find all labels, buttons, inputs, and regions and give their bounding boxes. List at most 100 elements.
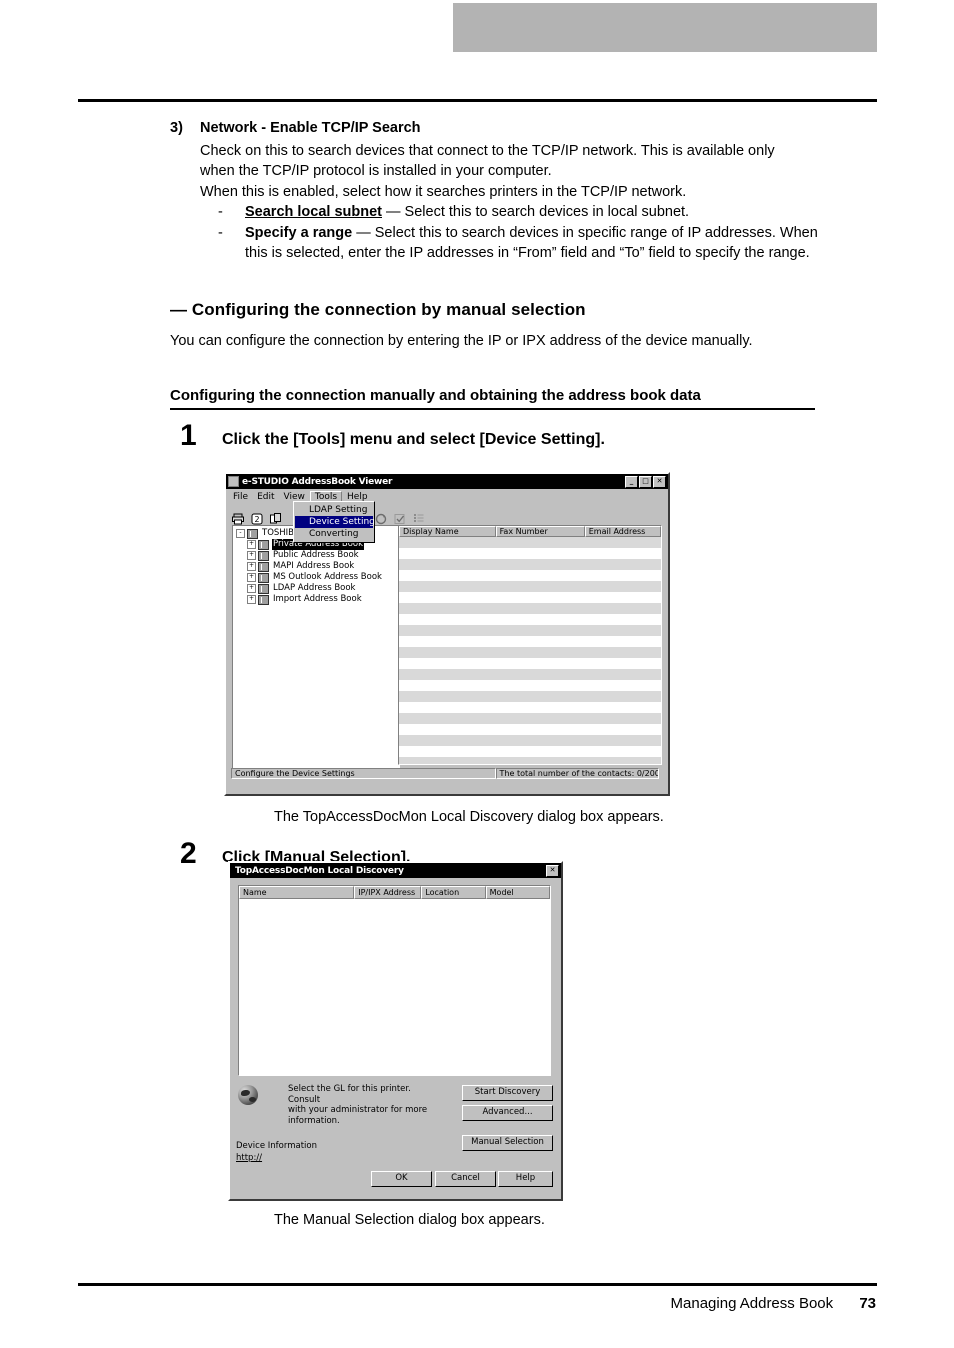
column-fax-number[interactable]: Fax Number xyxy=(495,526,585,537)
table-row[interactable] xyxy=(399,702,661,713)
manual-selection-button[interactable]: Manual Selection xyxy=(462,1135,553,1151)
item-line-2: when the TCP/IP protocol is installed in… xyxy=(200,163,552,179)
bullet-text: — Select this to search devices in speci… xyxy=(352,224,818,241)
tree-node-public-address-book[interactable]: + Public Address Book xyxy=(234,550,398,561)
column-email-address[interactable]: Email Address xyxy=(584,526,661,537)
address-book-tree[interactable]: - TOSHIBA Address Book + Private Address… xyxy=(232,525,400,769)
close-button[interactable]: ✕ xyxy=(653,475,666,488)
tree-node-ms-outlook-address-book[interactable]: + MS Outlook Address Book xyxy=(234,572,398,583)
expander-icon[interactable]: + xyxy=(247,540,256,549)
maximize-button[interactable]: □ xyxy=(639,475,652,488)
step-number: 1 xyxy=(180,418,197,452)
tree-node-mapi-address-book[interactable]: + MAPI Address Book xyxy=(234,561,398,572)
device-list-body[interactable] xyxy=(239,899,550,1073)
table-row[interactable] xyxy=(399,724,661,735)
header-rule xyxy=(78,99,877,102)
expander-icon[interactable]: + xyxy=(247,573,256,582)
footer-title: Managing Address Book xyxy=(670,1295,834,1312)
page-content: 3) Network - Enable TCP/IP Search Check … xyxy=(170,118,880,454)
print-icon[interactable] xyxy=(232,510,244,525)
contact-list-pane[interactable]: Display Name Fax Number Email Address xyxy=(398,525,662,765)
table-row[interactable] xyxy=(399,592,661,603)
step-2-caption: The Manual Selection dialog box appears. xyxy=(274,1212,545,1228)
bullet-text-cont: this is selected, enter the IP addresses… xyxy=(245,245,810,261)
menu-edit[interactable]: Edit xyxy=(253,492,278,502)
table-row[interactable] xyxy=(399,757,661,764)
table-row[interactable] xyxy=(399,636,661,647)
section-intro: You can configure the connection by ente… xyxy=(170,332,753,349)
tree-node-ldap-address-book[interactable]: + LDAP Address Book xyxy=(234,583,398,594)
table-row[interactable] xyxy=(399,713,661,724)
table-row[interactable] xyxy=(399,548,661,559)
menu-help[interactable]: Help xyxy=(343,492,372,502)
contact-list-rows xyxy=(399,537,661,764)
table-row[interactable] xyxy=(399,647,661,658)
column-location[interactable]: Location xyxy=(421,886,486,899)
device-list[interactable]: Name IP/IPX Address Location Model xyxy=(238,885,551,1076)
table-row[interactable] xyxy=(399,559,661,570)
expander-icon[interactable]: + xyxy=(247,551,256,560)
tools-dropdown-menu[interactable]: LDAP Setting Device Setting Converting xyxy=(293,501,375,543)
info-text: Select the GL for this printer. Consult … xyxy=(288,1084,438,1126)
column-model[interactable]: Model xyxy=(485,886,550,899)
menu-item-device-setting[interactable]: Device Setting xyxy=(295,516,375,528)
bullet-term: Search local subnet xyxy=(245,204,382,220)
bullet-term: Specify a range xyxy=(245,224,353,241)
help-button[interactable]: Help xyxy=(498,1171,553,1187)
table-row[interactable] xyxy=(399,735,661,746)
step-1-caption: The TopAccessDocMon Local Discovery dial… xyxy=(274,809,664,825)
table-row[interactable] xyxy=(399,603,661,614)
tree-node-label: Import Address Book xyxy=(273,594,362,604)
menu-view[interactable]: View xyxy=(280,492,309,502)
subsection-heading: Configuring the connection manually and … xyxy=(170,387,815,410)
menu-item-ldap-setting[interactable]: LDAP Setting xyxy=(295,504,373,516)
menu-item-converting[interactable]: Converting xyxy=(295,528,373,540)
ok-button[interactable]: OK xyxy=(371,1171,432,1187)
expander-icon[interactable]: + xyxy=(247,584,256,593)
properties-icon[interactable]: 2 xyxy=(251,510,263,525)
table-row[interactable] xyxy=(399,691,661,702)
addressbook-viewer-window: e-STUDIO AddressBook Viewer _ □ ✕ File E… xyxy=(224,472,670,796)
info-text-line-3: information. xyxy=(288,1115,340,1126)
expander-icon[interactable]: - xyxy=(236,529,245,538)
step-number: 2 xyxy=(180,837,197,870)
table-row[interactable] xyxy=(399,614,661,625)
minimize-button[interactable]: _ xyxy=(625,475,638,488)
column-name[interactable]: Name xyxy=(239,886,355,899)
device-information-url[interactable]: http:// xyxy=(236,1153,262,1163)
table-row[interactable] xyxy=(399,669,661,680)
table-row[interactable] xyxy=(399,581,661,592)
copy-icon[interactable] xyxy=(270,510,282,524)
expander-icon[interactable]: + xyxy=(247,562,256,571)
item-title: Network - Enable TCP/IP Search xyxy=(200,120,421,136)
status-bar: Configure the Device Settings The total … xyxy=(231,768,659,779)
tree-node-import-address-book[interactable]: + Import Address Book xyxy=(234,594,398,605)
status-left: Configure the Device Settings xyxy=(231,768,496,779)
table-row[interactable] xyxy=(399,570,661,581)
column-display-name[interactable]: Display Name xyxy=(399,526,496,537)
page-footer: Managing Address Book 73 xyxy=(671,1295,876,1312)
bullet-dash: - xyxy=(218,224,223,241)
table-row[interactable] xyxy=(399,746,661,757)
local-discovery-dialog: TopAccessDocMon Local Discovery ✕ Name I… xyxy=(228,861,563,1201)
table-row[interactable] xyxy=(399,625,661,636)
table-row[interactable] xyxy=(399,658,661,669)
advanced-button[interactable]: Advanced... xyxy=(462,1105,553,1121)
table-row[interactable] xyxy=(399,680,661,691)
start-discovery-button[interactable]: Start Discovery xyxy=(462,1085,553,1101)
address-book-icon xyxy=(258,550,269,561)
contact-list-header: Display Name Fax Number Email Address xyxy=(399,526,661,537)
bullet-text: — Select this to search devices in local… xyxy=(382,204,690,220)
column-ip-ipx-address[interactable]: IP/IPX Address xyxy=(354,886,422,899)
close-button[interactable]: ✕ xyxy=(546,864,559,877)
step-text: Click the [Tools] menu and select [Devic… xyxy=(222,430,605,448)
cancel-button[interactable]: Cancel xyxy=(435,1171,496,1187)
refresh-icon[interactable] xyxy=(375,510,387,525)
table-row[interactable] xyxy=(399,537,661,548)
list-icon[interactable] xyxy=(413,510,425,522)
expander-icon[interactable]: + xyxy=(247,595,256,604)
item-number: 3) xyxy=(170,120,183,136)
footer-rule xyxy=(78,1283,877,1286)
menu-file[interactable]: File xyxy=(229,492,252,502)
check-icon[interactable] xyxy=(394,510,406,524)
